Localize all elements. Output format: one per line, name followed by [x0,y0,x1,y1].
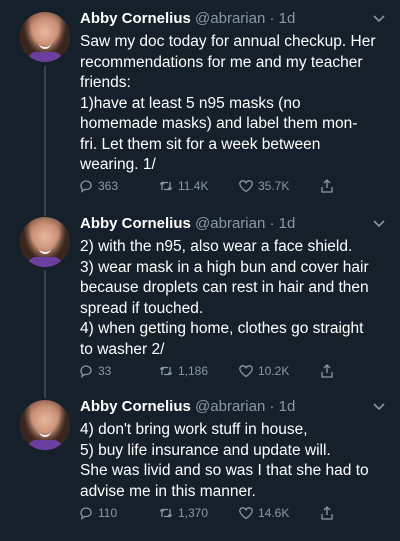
like-count: 35.7K [258,179,290,193]
like-button[interactable]: 10.2K [238,361,289,381]
avatar[interactable] [20,217,70,267]
heart-icon [239,180,253,193]
tweet-actions: 110 1,370 14.6K [78,503,348,523]
retweet-count: 1,186 [178,364,209,378]
chevron-down-icon[interactable] [372,402,386,412]
separator-dot: · [265,398,279,415]
tweet-header: Abby Cornelius @abrarian · 1d [80,10,380,30]
like-count: 14.6K [258,506,290,520]
share-icon [321,506,333,520]
tweet-time[interactable]: 1d [279,398,296,415]
author-name[interactable]: Abby Cornelius [80,10,191,27]
avatar-shirt [28,52,62,62]
tweet-text: 2) with the n95, also wear a face shield… [80,237,392,360]
like-button[interactable]: 14.6K [238,503,289,523]
avatar[interactable] [20,12,70,62]
tweet-line: spread if touched. [80,299,204,317]
thread-connector [44,270,46,398]
tweet-line: 4) when getting home, clothes go straigh… [80,320,364,337]
avatar-shirt [28,257,62,267]
reply-icon [80,180,92,194]
tweet-line: friends: [80,74,131,91]
tweet-time[interactable]: 1d [279,10,296,27]
tweet-line: recommendations for me and my teacher [80,53,363,71]
tweet-line: to washer 2/ [80,340,165,358]
tweet-line: 4) don't bring work stuff in house, [80,421,308,438]
tweet-line: because droplets can rest in hair and th… [80,279,369,296]
reply-button[interactable]: 363 [78,176,118,196]
tweet-line: fri. Let them sit for a week between [80,135,321,153]
tweet-text: 4) don't bring work stuff in house, 5) b… [80,420,392,502]
like-button[interactable]: 35.7K [238,176,289,196]
retweet-icon [159,366,173,376]
retweet-button[interactable]: 1,186 [158,361,208,381]
retweet-button[interactable]: 11.4K [158,176,208,196]
chevron-down-icon[interactable] [372,219,386,229]
author-handle[interactable]: @abrarian [195,398,265,415]
tweet-actions: 363 11.4K 35.7K [78,176,348,196]
avatar[interactable] [20,400,70,450]
tweet-line: 1)have at least 5 n95 masks (no [80,94,301,112]
share-icon [321,364,333,378]
author-handle[interactable]: @abrarian [195,215,265,232]
tweet-line: 3) wear mask in a high bun and cover hai… [80,258,369,276]
retweet-button[interactable]: 1,370 [158,503,208,523]
reply-button[interactable]: 33 [78,361,111,381]
separator-dot: · [265,215,279,232]
reply-icon [80,365,92,379]
reply-icon [80,507,92,521]
avatar-shirt [28,440,62,450]
share-button[interactable] [319,503,339,523]
retweet-icon [159,508,173,518]
tweet-text: Saw my doc today for annual checkup. Her… [80,32,392,176]
tweet-line: wearing. 1/ [80,156,156,173]
chevron-down-icon[interactable] [372,14,386,24]
tweet-line: advise me in this manner. [80,482,256,500]
tweet-header: Abby Cornelius @abrarian · 1d [80,398,380,418]
tweet-thread: Abby Cornelius @abrarian · 1d Saw my doc… [0,0,400,541]
retweet-icon [159,181,173,191]
heart-icon [239,507,253,520]
author-name[interactable]: Abby Cornelius [80,398,191,415]
reply-count: 33 [98,364,112,378]
tweet-header: Abby Cornelius @abrarian · 1d [80,215,380,235]
tweet-line: She was livid and so was I that she had … [80,462,369,479]
share-button[interactable] [319,176,339,196]
tweet-line: homemade masks) and label them mon- [80,115,358,132]
retweet-count: 11.4K [178,179,209,193]
tweet-line: Saw my doc today for annual checkup. Her [80,33,376,50]
retweet-count: 1,370 [178,506,209,520]
tweet-line: 2) with the n95, also wear a face shield… [80,238,353,255]
share-button[interactable] [319,361,339,381]
author-name[interactable]: Abby Cornelius [80,215,191,232]
separator-dot: · [265,10,279,27]
reply-count: 363 [98,179,119,193]
reply-button[interactable]: 110 [78,503,117,523]
tweet-line: 5) buy life insurance and update will. [80,441,331,459]
heart-icon [239,365,253,378]
tweet-time[interactable]: 1d [279,215,296,232]
tweet-actions: 33 1,186 10.2K [78,361,348,381]
like-count: 10.2K [258,364,290,378]
share-icon [321,179,333,193]
author-handle[interactable]: @abrarian [195,10,265,27]
reply-count: 110 [98,506,118,520]
thread-connector [44,66,46,216]
